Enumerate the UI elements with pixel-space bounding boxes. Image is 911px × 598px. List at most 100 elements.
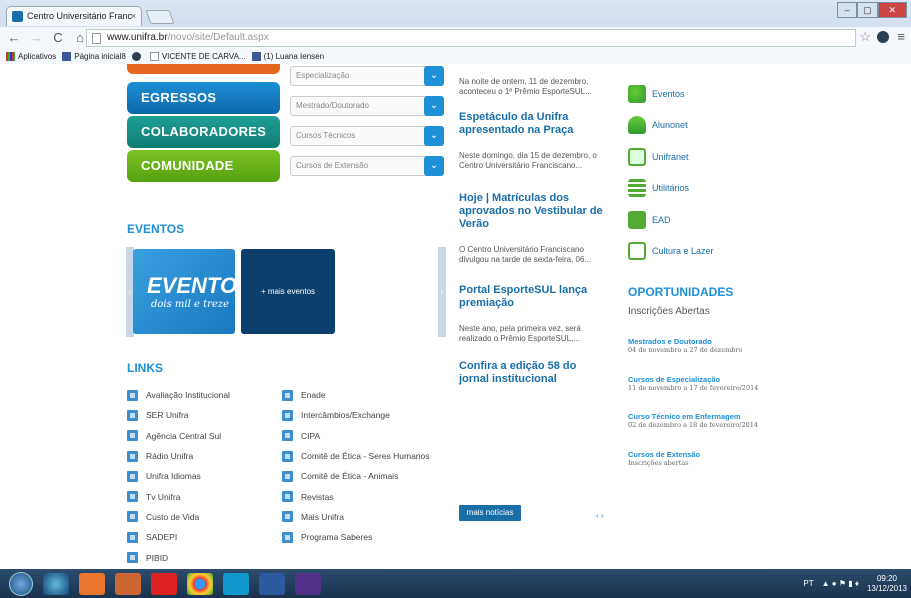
bookmark-apps[interactable]: Aplicativos	[6, 52, 56, 61]
link-item[interactable]: PIBID	[127, 547, 230, 567]
link-item[interactable]: SER Unifra	[127, 405, 230, 425]
link-item[interactable]: Comitê de Ética - Seres Humanos	[282, 446, 430, 466]
minimize-button[interactable]: –	[837, 2, 858, 18]
quick-link-utilitarios[interactable]: Utilitários	[628, 173, 714, 205]
news-pager[interactable]: ‹ ›	[596, 511, 604, 520]
extension-icon[interactable]	[877, 31, 889, 43]
vivo-icon[interactable]	[295, 572, 321, 595]
opportunity-item[interactable]: Cursos de Extensão Inscrições abertas	[628, 450, 788, 468]
link-item[interactable]: Programa Saberes	[282, 527, 430, 547]
colaboradores-button[interactable]: COLABORADORES	[127, 116, 280, 148]
chrome-icon[interactable]	[187, 572, 213, 595]
link-item[interactable]: Agência Central Sul	[127, 426, 230, 446]
forward-arrow-icon[interactable]: →	[28, 30, 44, 46]
quick-link-alunonet[interactable]: Alunonet	[628, 110, 714, 142]
internet-explorer-icon[interactable]	[43, 572, 69, 595]
opportunity-item[interactable]: Curso Técnico em Enfermagem 02 de dezemb…	[628, 412, 788, 430]
skype-icon[interactable]	[223, 572, 249, 595]
bookmark-star-icon[interactable]: ☆	[859, 29, 871, 45]
quick-link-label: EAD	[652, 214, 671, 225]
more-news-button[interactable]: mais notícias	[459, 505, 521, 521]
opportunity-title[interactable]: Curso Técnico em Enfermagem	[628, 412, 788, 421]
tab-close-icon[interactable]: ×	[131, 7, 136, 25]
link-item[interactable]: Tv Unifra	[127, 486, 230, 506]
more-events-button[interactable]: + mais eventos	[241, 249, 335, 334]
opportunity-title[interactable]: Cursos de Especialização	[628, 375, 788, 384]
events-next-arrow[interactable]: ›	[438, 247, 446, 337]
link-item[interactable]: Unifra Idiomas	[127, 466, 230, 486]
link-icon	[282, 430, 293, 442]
link-label: Intercâmbios/Exchange	[301, 410, 390, 421]
maximize-button[interactable]: ▢	[857, 2, 878, 18]
tray-icons[interactable]: ▲ ● ⚑ ▮ ♦	[822, 579, 859, 588]
opportunity-item[interactable]: Cursos de Especialização 11 de novembro …	[628, 375, 788, 393]
bookmark-home[interactable]: Página inicial8	[62, 52, 126, 61]
events-heading: EVENTOS	[127, 222, 185, 236]
events-banner-title: EVENTOS	[147, 273, 235, 298]
apps-grid-icon	[6, 52, 15, 61]
link-label: Tv Unifra	[146, 491, 181, 502]
link-item[interactable]: Avaliação Institucional	[127, 385, 230, 405]
especializacao-select[interactable]: Especialização ⌄	[290, 66, 444, 86]
new-tab-button[interactable]	[145, 10, 175, 24]
word-icon[interactable]	[259, 572, 285, 595]
comunidade-button[interactable]: COMUNIDADE	[127, 150, 280, 182]
bookmark-extension[interactable]	[131, 52, 144, 61]
link-item[interactable]: Mais Unifra	[282, 507, 430, 527]
people-icon	[628, 84, 646, 103]
opportunity-title[interactable]: Mestrados e Doutorado	[628, 337, 788, 346]
egressos-button[interactable]: EGRESSOS	[127, 82, 280, 114]
page-content: EGRESSOS COLABORADORES COMUNIDADE Especi…	[0, 64, 911, 569]
cursos-tecnicos-select[interactable]: Cursos Técnicos ⌄	[290, 126, 444, 146]
quick-link-unifranet[interactable]: Unifranet	[628, 141, 714, 173]
link-item[interactable]: Enade	[282, 385, 430, 405]
link-item[interactable]: Revistas	[282, 486, 430, 506]
bookmark-luana[interactable]: (1) Luana Iensen	[251, 52, 324, 61]
monitor-icon	[628, 210, 646, 229]
clock[interactable]: 09:20 13/12/2013	[867, 574, 907, 594]
bookmark-vicente[interactable]: VICENTE DE CARVA...	[149, 52, 246, 61]
news-item[interactable]: Hoje | Matrículas dos aprovados no Vesti…	[459, 192, 609, 265]
back-arrow-icon[interactable]: ←	[6, 30, 22, 46]
link-label: Agência Central Sul	[146, 430, 222, 441]
quick-link-cultura[interactable]: Cultura e Lazer	[628, 236, 714, 268]
reload-icon[interactable]: C	[50, 30, 66, 46]
news-title[interactable]: Portal EsporteSUL lança premiação	[459, 284, 609, 310]
link-item[interactable]: Rádio Unifra	[127, 446, 230, 466]
news-item[interactable]: Portal EsporteSUL lança premiação Neste …	[459, 284, 609, 344]
news-item[interactable]: Na noite de ontem, 11 de dezembro, acont…	[459, 77, 609, 97]
news-title[interactable]: Confira a edição 58 do jornal institucio…	[459, 360, 609, 386]
opportunity-dates: 02 de dezembro a 18 de fevereiro/2014	[628, 421, 759, 429]
links-column-2: Enade Intercâmbios/Exchange CIPA Comitê …	[282, 385, 430, 547]
news-title[interactable]: Espetáculo da Unifra apresentado na Praç…	[459, 111, 609, 137]
opportunity-title[interactable]: Cursos de Extensão	[628, 450, 788, 459]
language-indicator[interactable]: PT	[803, 579, 813, 588]
layers-icon	[628, 179, 646, 198]
menu-icon[interactable]: ≡	[897, 29, 905, 44]
link-item[interactable]: Intercâmbios/Exchange	[282, 405, 430, 425]
media-icon[interactable]	[115, 572, 141, 595]
close-window-button[interactable]: ✕	[877, 2, 907, 18]
link-label: Comitê de Ética - Seres Humanos	[301, 451, 430, 462]
document-icon	[628, 147, 646, 166]
news-item[interactable]: Espetáculo da Unifra apresentado na Praç…	[459, 111, 609, 171]
quick-link-ead[interactable]: EAD	[628, 204, 714, 236]
news-item[interactable]: Confira a edição 58 do jornal institucio…	[459, 360, 609, 386]
quick-link-eventos[interactable]: Eventos	[628, 78, 714, 110]
outlook-icon[interactable]	[79, 572, 105, 595]
cursos-extensao-select[interactable]: Cursos de Extensão ⌄	[290, 156, 444, 176]
browser-tab[interactable]: Centro Universitário Franc ×	[6, 6, 142, 26]
quick-link-label: Eventos	[652, 88, 685, 99]
link-item[interactable]: SADEPI	[127, 527, 230, 547]
start-button-icon[interactable]	[9, 571, 33, 596]
link-item[interactable]: CIPA	[282, 426, 430, 446]
link-item[interactable]: Comitê de Ética - Animais	[282, 466, 430, 486]
opportunity-item[interactable]: Mestrados e Doutorado 04 de novembro a 2…	[628, 337, 788, 355]
address-bar[interactable]: www.unifra.br/novo/site/Default.aspx	[86, 29, 856, 47]
link-item[interactable]: Custo de Vida	[127, 507, 230, 527]
news-title[interactable]: Hoje | Matrículas dos aprovados no Vesti…	[459, 192, 609, 231]
orange-nav-button[interactable]	[127, 64, 280, 74]
mestrado-select[interactable]: Mestrado/Doutorado ⌄	[290, 96, 444, 116]
pdf-reader-icon[interactable]	[151, 572, 177, 595]
events-banner[interactable]: EVENTOS dois mil e treze	[133, 249, 235, 334]
